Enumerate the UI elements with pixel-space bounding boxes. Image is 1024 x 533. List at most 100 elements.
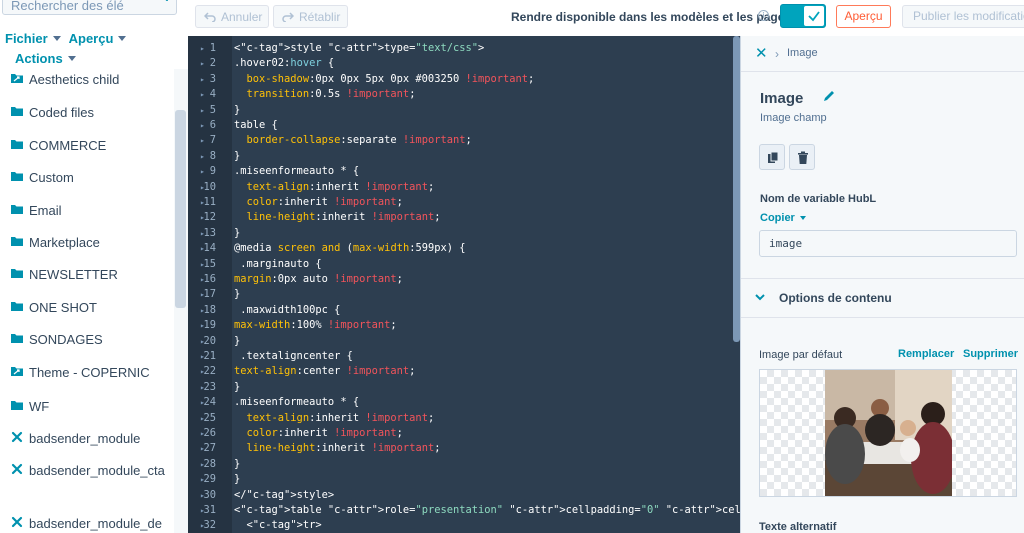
code-text: text-align:inherit !important; — [246, 411, 435, 424]
line-number: 7 — [209, 134, 216, 147]
code-line[interactable]: ▸ 19 max-width:100% !important; — [188, 318, 740, 333]
module-icon — [10, 462, 24, 476]
remove-image-link[interactable]: Supprimer — [963, 348, 1018, 360]
file-tree-item-label: Aesthetics child — [29, 72, 120, 87]
content-options-section[interactable]: Options de contenu — [741, 278, 1024, 318]
folder-icon — [10, 234, 24, 248]
file-tree-item-label: WF — [29, 399, 50, 414]
code-line[interactable]: ▸ 16 margin:0px auto !important; — [188, 272, 740, 287]
meeting-photo — [825, 370, 952, 496]
file-tree-item-label: Marketplace — [29, 235, 100, 250]
code-line[interactable]: ▸ 18 .maxwidth100pc { — [188, 303, 740, 318]
undo-button[interactable]: Annuler — [195, 5, 269, 28]
code-text: .marginauto { — [234, 257, 322, 270]
search-input[interactable]: Rechercher des élé — [11, 0, 124, 13]
delete-button[interactable] — [789, 144, 815, 170]
line-number: 26 — [203, 427, 216, 439]
code-line[interactable]: ▸ 8} — [188, 149, 740, 164]
code-text: line-height:inherit !important; — [246, 211, 441, 224]
copy-dropdown[interactable]: Copier — [760, 212, 806, 224]
code-line[interactable]: ▸ 1 <"c-tag">style "c-attr">type="text/css… — [188, 41, 740, 56]
code-line[interactable]: ▸ 29} — [188, 472, 740, 487]
line-number: 24 — [203, 396, 216, 409]
chevron-down-icon — [755, 294, 765, 301]
info-icon[interactable]: i — [758, 10, 769, 21]
code-line[interactable]: ▸ 12 line-height:inherit !important; — [188, 210, 740, 225]
code-line[interactable]: ▸ 9 .miseenformeauto * { — [188, 164, 740, 179]
code-line[interactable]: ▸ 5} — [188, 103, 740, 118]
preview-button[interactable]: Aperçu — [836, 5, 891, 28]
code-line[interactable]: ▸ 31 <"c-tag">table "c-attr">role="present… — [188, 503, 740, 518]
line-number: 2 — [209, 57, 216, 70]
menu-actions[interactable]: Actions — [15, 51, 76, 66]
availability-toggle[interactable] — [780, 4, 826, 28]
code-line[interactable]: ▸ 4 transition:0.5s !important; — [188, 87, 740, 102]
file-tree-item-label: SONDAGES — [29, 332, 103, 347]
chevron-right-icon: › — [775, 47, 779, 61]
code-line[interactable]: ▸ 7 border-collapse:separate !important; — [188, 133, 740, 148]
file-tree-item-label: COMMERCE — [29, 138, 107, 153]
pencil-icon[interactable] — [822, 89, 836, 103]
code-editor[interactable]: ▸ 1 <"c-tag">style "c-attr">type="text/css… — [188, 36, 740, 533]
line-number: 31 — [203, 504, 216, 516]
redo-button[interactable]: Rétablir — [273, 5, 348, 28]
editor-scrollbar[interactable] — [733, 36, 740, 342]
folder-link-icon — [10, 71, 24, 85]
toggle-knob — [804, 6, 824, 26]
replace-image-link[interactable]: Remplacer — [898, 348, 954, 360]
code-line[interactable]: ▸ 28} — [188, 457, 740, 472]
undo-label: Annuler — [221, 9, 263, 24]
file-tree-item-label: Coded files — [29, 105, 95, 120]
code-line[interactable]: ▸ 10 text-align:inherit !important; — [188, 180, 740, 195]
search-icon[interactable] — [153, 0, 169, 2]
code-line[interactable]: ▸ 27 line-height:inherit !important; — [188, 441, 740, 456]
code-text: <"c-tag">table "c-attr">role="presentati… — [234, 504, 740, 516]
code-line[interactable]: ▸ 14 @media screen and (max-width:599px) { — [188, 241, 740, 256]
code-text: text-align:inherit !important; — [246, 180, 435, 193]
hubl-variable-field[interactable]: image — [759, 230, 1017, 257]
line-number: 15 — [203, 257, 216, 270]
sidebar-scrollbar-thumb[interactable] — [175, 110, 186, 308]
code-text: color:inherit !important; — [246, 427, 403, 439]
menu-preview-label: Aperçu — [68, 30, 114, 46]
code-line[interactable]: ▸ 20} — [188, 334, 740, 349]
line-number: 18 — [203, 303, 216, 316]
folder-icon — [10, 398, 24, 412]
code-line[interactable]: ▸ 22 text-align:center !important; — [188, 364, 740, 379]
line-number: 4 — [209, 88, 216, 101]
folder-icon — [10, 202, 24, 216]
code-line[interactable]: ▸ 13} — [188, 226, 740, 241]
code-line[interactable]: ▸ 24 .miseenformeauto * { — [188, 395, 740, 410]
line-number: 22 — [203, 365, 216, 378]
code-line[interactable]: ▸ 26 color:inherit !important; — [188, 426, 740, 441]
code-text: max-width:100% !important; — [234, 319, 397, 332]
folder-link-icon — [10, 364, 24, 378]
code-line[interactable]: ▸ 11 color:inherit !important; — [188, 195, 740, 210]
menu-preview[interactable]: Aperçu — [69, 30, 127, 46]
close-icon[interactable]: ✕ — [755, 44, 768, 62]
line-number: 23 — [203, 380, 216, 393]
folder-icon — [10, 104, 24, 118]
code-line[interactable]: ▸ 21 .textaligncenter { — [188, 349, 740, 364]
code-line[interactable]: ▸ 3 box-shadow:0px 0px 5px 0px #003250 !i… — [188, 72, 740, 87]
file-tree-item-label: Theme - COPERNIC — [29, 365, 150, 380]
code-text: } — [234, 103, 241, 116]
code-line[interactable]: ▸ 23} — [188, 380, 740, 395]
code-line[interactable]: ▸ 32 <"c-tag">tr> — [188, 518, 740, 533]
code-line[interactable]: ▸ 25 text-align:inherit !important; — [188, 411, 740, 426]
line-number: 19 — [203, 319, 216, 332]
publish-changes-button[interactable]: Publier les modifications — [902, 5, 1024, 28]
duplicate-button[interactable] — [759, 144, 785, 170]
code-line[interactable]: ▸ 17} — [188, 287, 740, 302]
code-line[interactable]: ▸ 30 </"c-tag">style> — [188, 488, 740, 503]
line-number: 20 — [203, 334, 216, 347]
search-box[interactable]: Rechercher des élé — [2, 0, 177, 15]
code-line[interactable]: ▸ 2 .hover02:hover { — [188, 56, 740, 71]
code-line[interactable]: ▸ 6 table { — [188, 118, 740, 133]
code-text: transition:0.5s !important; — [246, 88, 416, 101]
line-number: 11 — [203, 196, 216, 208]
menu-file[interactable]: Fichier — [5, 30, 61, 46]
code-line[interactable]: ▸ 15 .marginauto { — [188, 257, 740, 272]
default-image-preview[interactable] — [759, 369, 1017, 497]
folder-icon — [10, 169, 24, 183]
